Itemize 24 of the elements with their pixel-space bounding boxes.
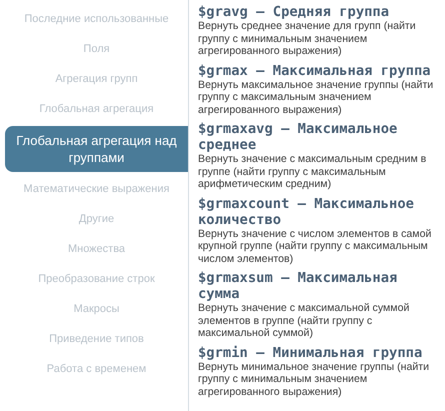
sidebar-item[interactable]: Последние использованные (5, 4, 188, 34)
sidebar-item[interactable]: Приведение типов (5, 324, 188, 354)
function-title: $grmaxcount – Максимальное количество (198, 196, 415, 228)
sidebar-item[interactable]: Глобальная агрегация над группами (5, 126, 188, 172)
sidebar-item[interactable]: Преобразование строк (5, 264, 188, 294)
function-description: Вернуть значение с максимальной суммой элементов в группе (найти группу с максимальной суммой) (198, 302, 410, 340)
sidebar-item[interactable]: Другие (5, 204, 188, 234)
function-description: Вернуть минимальное значение группы (найти группу с минимальным значением агрегированного выражения) (198, 360, 430, 398)
sidebar-item[interactable]: Работа с временем (5, 354, 188, 384)
sidebar-item[interactable]: Агрегация групп (5, 64, 188, 94)
sidebar-item[interactable]: Глобальная агрегация (5, 94, 188, 124)
function-title: $grmin – Минимальная группа (198, 344, 424, 360)
sidebar-item[interactable]: Поля (5, 34, 188, 64)
sidebar-item[interactable]: Множества (5, 234, 188, 264)
function-description: Вернуть максимальное значение группы (найти группу с максимальным значением агрегированного выражения) (198, 78, 434, 116)
function-title: $grmaxsum – Максимальная сумма (198, 270, 398, 302)
function-title: $grmaxavg – Максимальное среднее (198, 121, 398, 153)
sidebar-item[interactable]: Математические выражения (5, 174, 188, 204)
sidebar-item[interactable]: Макросы (5, 294, 188, 324)
function-description: Вернуть среднее значение для групп (найти группу с минимальным значением агрегированного выражения) (198, 20, 417, 58)
function-title: $grmax – Максимальная группа (198, 62, 432, 78)
function-description: Вернуть значение с максимальным средним в группе (найти группу с максимальным арифметическим средним) (198, 153, 428, 190)
function-description: Вернуть значение с числом элементов в самой крупной группе (найти группу с максимальным числом элементов) (198, 228, 432, 265)
function-title: $gravg – Средняя группа (198, 4, 390, 20)
